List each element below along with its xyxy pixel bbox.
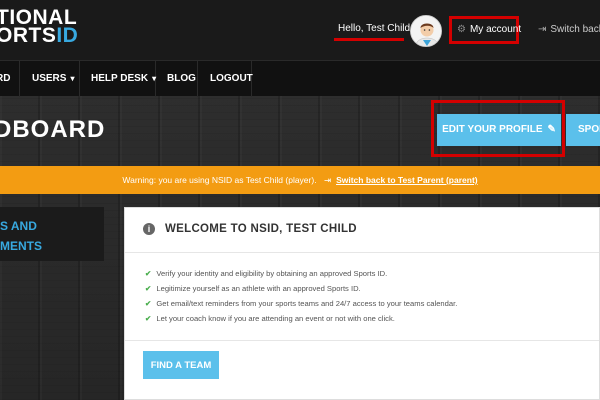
my-account-label: My account [469, 24, 522, 35]
nav-item-dashboard[interactable]: RD [0, 61, 20, 97]
logo-line-2-text: ORTS [0, 24, 57, 47]
warning-banner: Warning: you are using NSID as Test Chil… [0, 166, 600, 194]
side-line-1: S AND [0, 219, 37, 233]
sports-id-label: SPOR [578, 124, 600, 135]
chevron-down-icon: ▾ [70, 74, 75, 83]
find-team-button[interactable]: FIND A TEAM [143, 351, 219, 379]
nav-item-users[interactable]: USERS ▾ [20, 61, 80, 97]
avatar-icon [411, 16, 441, 46]
side-panel[interactable]: S AND MENTS [0, 207, 104, 261]
nav-label: USERS [32, 73, 67, 84]
gear-icon: ⚙ [457, 24, 466, 35]
list-item-text: Let your coach know if you are attending… [156, 314, 395, 323]
warning-text: Warning: you are using NSID as Test Chil… [122, 175, 317, 185]
list-item: ✔ Get email/text reminders from your spor… [145, 296, 457, 311]
list-item-text: Get email/text reminders from your sport… [156, 299, 458, 308]
edit-profile-label: EDIT YOUR PROFILE [442, 124, 543, 135]
list-item-text: Legitimize yourself as an athlete with a… [156, 284, 361, 293]
nav-label: LOGOUT [210, 73, 253, 84]
welcome-header: i WELCOME TO NSID, TEST CHILD [125, 208, 599, 253]
divider [125, 340, 599, 341]
nav-item-help-desk[interactable]: HELP DESK ▾ [80, 61, 156, 97]
pencil-icon: ✎ [547, 124, 556, 135]
switch-arrow-icon: ⇥ [323, 175, 332, 185]
sports-id-button[interactable]: SPOR [566, 114, 600, 146]
nav-item-blog[interactable]: BLOG [156, 61, 198, 97]
top-header: TIONAL ORTSID Hello, Test Child ⚙ My acco… [0, 0, 600, 60]
switch-back-label: Switch back [550, 24, 600, 35]
info-icon: i [143, 223, 155, 235]
switch-arrow-icon: ⇥ [538, 24, 547, 35]
logo-line-2: ORTSID [0, 24, 79, 47]
list-item: ✔ Let your coach know if you are attendin… [145, 311, 457, 326]
my-account-link[interactable]: ⚙ My account [449, 16, 522, 44]
check-icon: ✔ [145, 299, 152, 308]
list-item: ✔ Verify your identity and eligibility by… [145, 266, 457, 281]
nav-label: RD [0, 73, 11, 84]
switch-back-link[interactable]: ⇥ Switch back [538, 24, 600, 35]
benefit-list: ✔ Verify your identity and eligibility by… [145, 266, 457, 326]
nav-label: BLOG [167, 73, 196, 84]
page-title: DBOARD [0, 116, 106, 143]
side-line-2: MENTS [0, 239, 42, 253]
nav-label: HELP DESK [91, 73, 149, 84]
greeting-text: Hello, Test Child [338, 23, 411, 34]
main-nav: RD USERS▾ HELP DESK▾ BLOG LOGOUT [0, 60, 600, 97]
welcome-panel: i WELCOME TO NSID, TEST CHILD ✔ Verify yo… [124, 207, 600, 400]
site-logo[interactable]: TIONAL ORTSID [0, 7, 79, 47]
avatar[interactable] [410, 15, 442, 47]
edit-profile-button[interactable]: EDIT YOUR PROFILE ✎ [437, 114, 561, 146]
list-item-text: Verify your identity and eligibility by … [156, 269, 388, 278]
check-icon: ✔ [145, 269, 152, 278]
switch-back-parent-link[interactable]: Switch back to Test Parent (parent) [336, 175, 478, 185]
annotation-underline [334, 38, 404, 41]
list-item: ✔ Legitimize yourself as an athlete with … [145, 281, 457, 296]
check-icon: ✔ [145, 284, 152, 293]
nav-item-logout[interactable]: LOGOUT [198, 61, 253, 97]
logo-accent-text: ID [56, 24, 79, 47]
welcome-title: WELCOME TO NSID, TEST CHILD [165, 223, 357, 235]
check-icon: ✔ [145, 314, 152, 323]
